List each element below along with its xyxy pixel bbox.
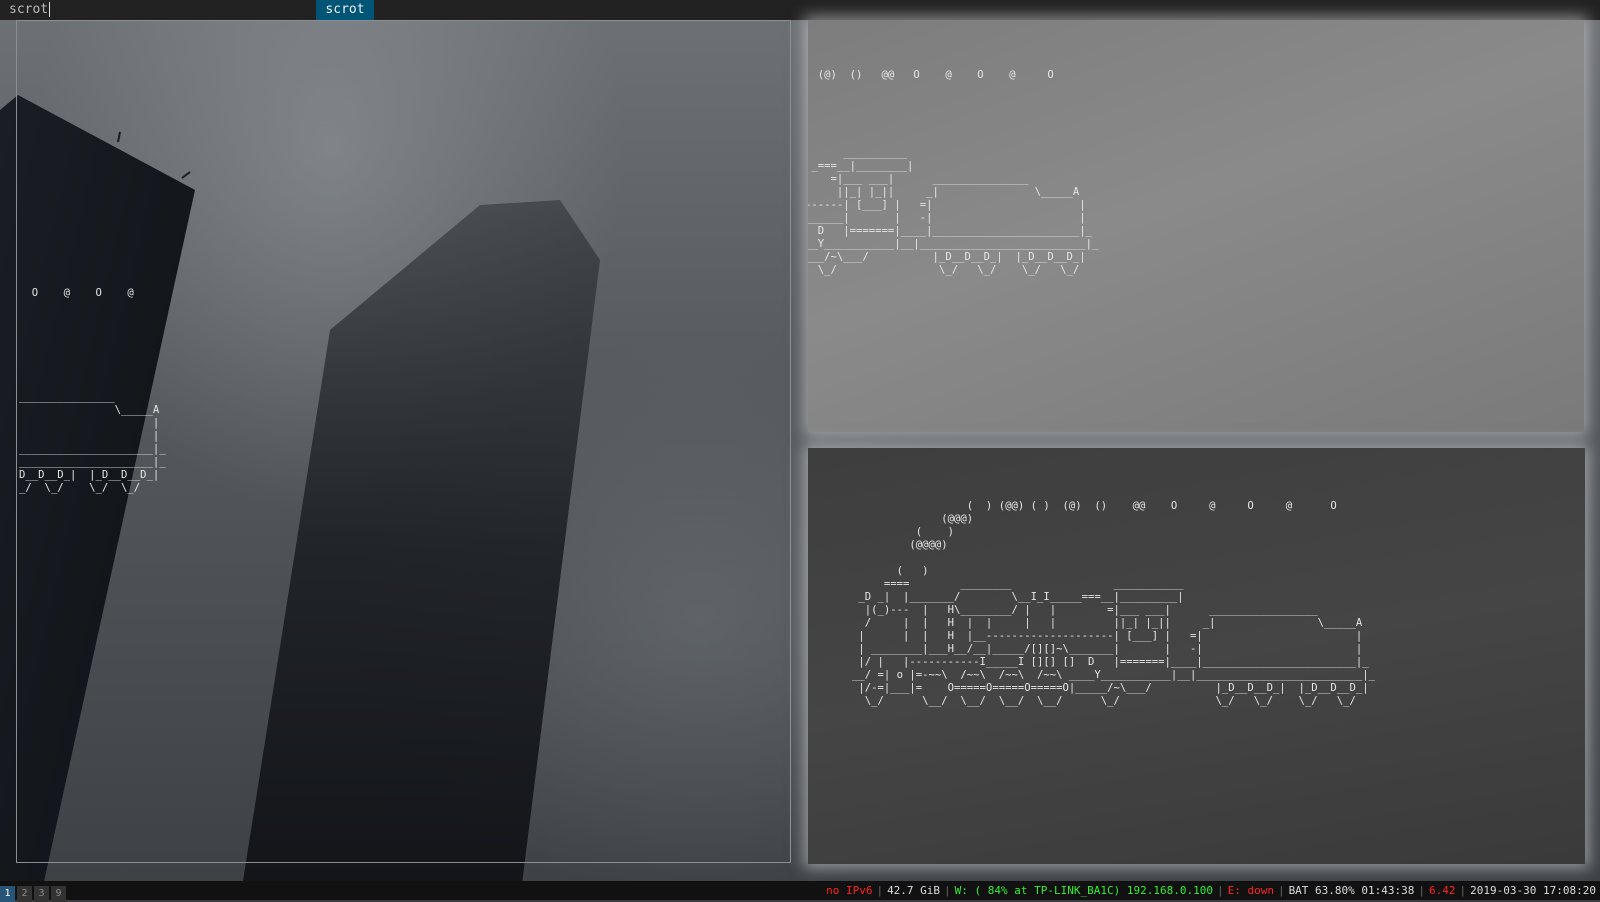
terminal-window-left[interactable]: O @ O @ _______________ \_____A | | ____…: [16, 20, 791, 863]
status-ipv6: no IPv6: [826, 884, 873, 897]
status-separator: |: [1277, 884, 1285, 897]
terminal-window-top-right[interactable]: (@) () @@ O @ O @ O __________ _===__|__…: [808, 20, 1584, 432]
terminal-output-sl-train: O @ O @ _______________ \_____A | | ____…: [19, 287, 166, 494]
status-battery: BAT 63.80% 01:43:38: [1288, 884, 1415, 897]
status-ethernet: E: down: [1227, 884, 1274, 897]
text-cursor: [49, 2, 51, 17]
status-separator: |: [1216, 884, 1224, 897]
status-load: 6.42: [1429, 884, 1456, 897]
terminal-output-sl-train: (@) () @@ O @ O @ O __________ _===__|__…: [808, 69, 1099, 276]
status-wireless: W: ( 84% at TP-LINK_BA1C) 192.168.0.100: [954, 884, 1213, 897]
dmenu-item-selected[interactable]: scrot: [316, 0, 374, 20]
terminal-window-bottom-right[interactable]: ( ) (@@) ( ) (@) () @@ O @ O @ O (@@@) (…: [808, 448, 1585, 864]
dmenu-input-text: scrot: [9, 2, 49, 17]
terminal-output-sl-train: ( ) (@@) ( ) (@) () @@ O @ O @ O (@@@) (…: [852, 500, 1375, 707]
status-datetime: 2019-03-30 17:08:20: [1470, 884, 1596, 897]
status-bar: 1239 no IPv6 | 42.7 GiB | W: ( 84% at TP-LIN…: [0, 881, 1600, 902]
workspace-list: 1239: [0, 883, 68, 902]
dmenu-input[interactable]: scrot: [9, 1, 51, 19]
status-disk: 42.7 GiB: [887, 884, 941, 897]
status-blocks: no IPv6 | 42.7 GiB | W: ( 84% at TP-LINK_BA1…: [822, 881, 1600, 900]
status-separator: |: [944, 884, 951, 897]
dmenu-bar: scrot scrot: [0, 0, 1600, 20]
